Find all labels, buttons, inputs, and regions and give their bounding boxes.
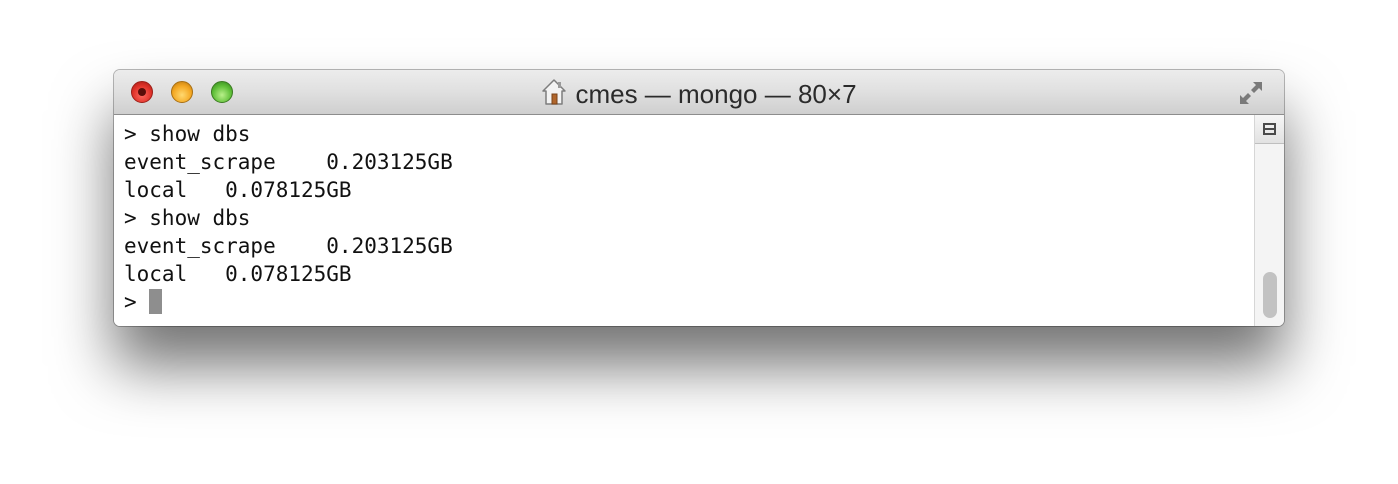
- title-bar[interactable]: cmes — mongo — 80×7: [114, 70, 1284, 115]
- home-icon: [541, 78, 567, 112]
- text-cursor: [149, 289, 163, 314]
- split-pane-icon: [1263, 123, 1276, 135]
- output-line: local 0.078125GB: [124, 178, 352, 202]
- terminal-content[interactable]: > show dbs event_scrape 0.203125GB local…: [114, 115, 1254, 326]
- terminal-window: cmes — mongo — 80×7 > show dbs event_scr…: [114, 70, 1284, 326]
- output-line: local 0.078125GB: [124, 262, 352, 286]
- window-title-area: cmes — mongo — 80×7: [114, 78, 1284, 112]
- output-line: > show dbs: [124, 122, 251, 146]
- prompt-line[interactable]: >: [124, 288, 1254, 316]
- scroll-thumb[interactable]: [1263, 272, 1277, 318]
- split-pane-button[interactable]: [1255, 115, 1284, 144]
- output-line: > show dbs: [124, 206, 251, 230]
- vertical-scrollbar[interactable]: [1254, 115, 1284, 326]
- output-line: event_scrape 0.203125GB: [124, 234, 453, 258]
- fullscreen-icon[interactable]: [1238, 80, 1264, 106]
- output-line: event_scrape 0.203125GB: [124, 150, 453, 174]
- prompt: >: [124, 290, 150, 314]
- window-title: cmes — mongo — 80×7: [575, 79, 857, 109]
